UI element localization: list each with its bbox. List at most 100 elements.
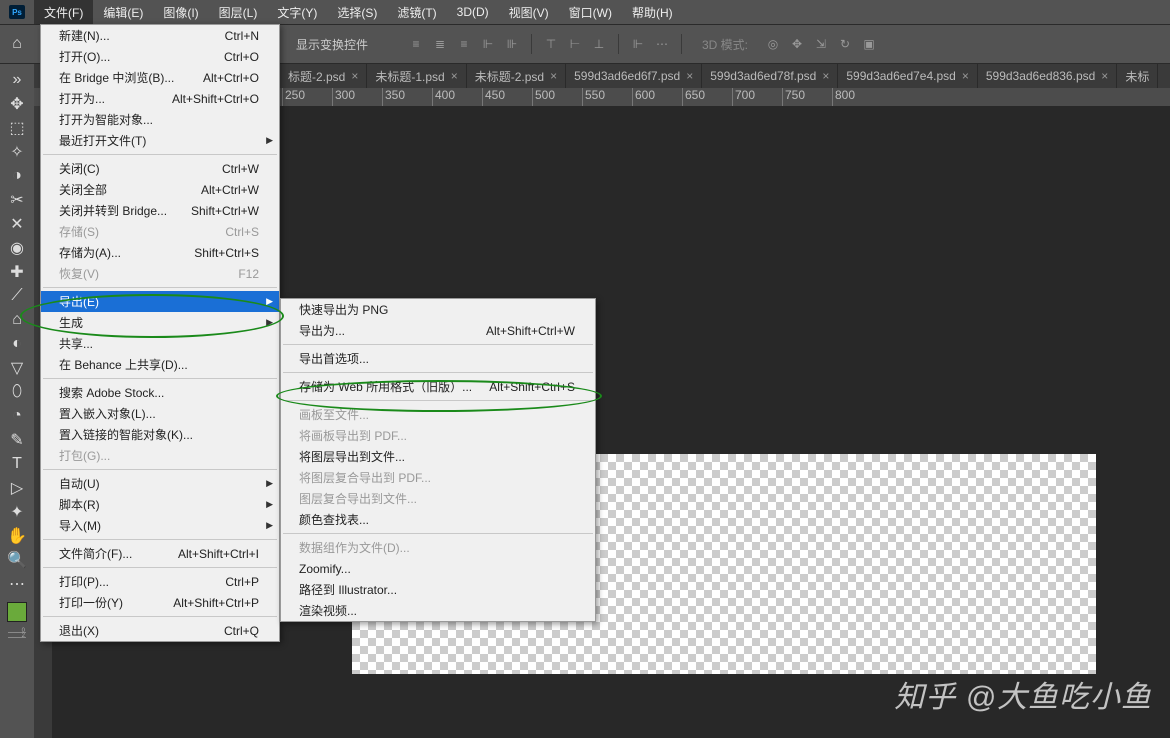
- menu-item[interactable]: 新建(N)...Ctrl+N: [41, 25, 279, 46]
- dist-icon[interactable]: ⊩: [627, 33, 649, 55]
- menu-help[interactable]: 帮助(H): [622, 0, 683, 24]
- menu-item[interactable]: 存储为(A)...Shift+Ctrl+S: [41, 242, 279, 263]
- menu-select[interactable]: 选择(S): [327, 0, 387, 24]
- home-icon[interactable]: ⌂: [0, 25, 34, 63]
- frame-tool-icon[interactable]: ✕: [2, 212, 32, 236]
- menu-item[interactable]: 打开为...Alt+Shift+Ctrl+O: [41, 88, 279, 109]
- menu-item[interactable]: 共享...: [41, 333, 279, 354]
- doc-tab[interactable]: 标题-2.psd×: [280, 64, 367, 88]
- doc-tab[interactable]: 未标: [1117, 64, 1158, 88]
- align-icon[interactable]: ⊩: [477, 33, 499, 55]
- align-center-icon[interactable]: ≣: [429, 33, 451, 55]
- shape-tool-icon[interactable]: ✦: [2, 500, 32, 524]
- menu-item[interactable]: 颜色查找表...: [281, 509, 595, 530]
- menu-item[interactable]: 脚本(R)▶: [41, 494, 279, 515]
- path-select-tool-icon[interactable]: ▷: [2, 476, 32, 500]
- dist-icon[interactable]: ⊥: [588, 33, 610, 55]
- eyedropper-tool-icon[interactable]: ◉: [2, 236, 32, 260]
- menu-item[interactable]: 导出(E)▶: [41, 291, 279, 312]
- menu-item[interactable]: 快速导出为 PNG: [281, 299, 595, 320]
- menu-item-shortcut: Alt+Shift+Ctrl+S: [489, 380, 575, 394]
- history-brush-icon[interactable]: ◐: [2, 332, 32, 356]
- menu-item[interactable]: 存储为 Web 所用格式（旧版）...Alt+Shift+Ctrl+S: [281, 376, 595, 397]
- doc-tab[interactable]: 599d3ad6ed836.psd×: [978, 64, 1117, 88]
- menu-item-label: 数据组作为文件(D)...: [299, 539, 410, 556]
- menu-item[interactable]: 路径到 Illustrator...: [281, 579, 595, 600]
- close-icon[interactable]: ×: [962, 69, 969, 83]
- close-icon[interactable]: ×: [550, 69, 557, 83]
- dist-icon[interactable]: ⊢: [564, 33, 586, 55]
- align-icon[interactable]: ⊪: [501, 33, 523, 55]
- menu-item[interactable]: 关闭(C)Ctrl+W: [41, 158, 279, 179]
- quick-select-tool-icon[interactable]: ◑: [2, 164, 32, 188]
- menu-image[interactable]: 图像(I): [153, 0, 208, 24]
- doc-tab[interactable]: 599d3ad6ed7e4.psd×: [838, 64, 977, 88]
- hand-tool-icon[interactable]: ✋: [2, 524, 32, 548]
- extras-icon[interactable]: ⋯: [2, 572, 32, 596]
- close-icon[interactable]: ×: [451, 69, 458, 83]
- menu-item[interactable]: 导出为...Alt+Shift+Ctrl+W: [281, 320, 595, 341]
- menu-window[interactable]: 窗口(W): [559, 0, 622, 24]
- menu-layer[interactable]: 图层(L): [209, 0, 268, 24]
- doc-tab[interactable]: 未标题-2.psd×: [467, 64, 566, 88]
- brush-tool-icon[interactable]: ⟋: [2, 284, 32, 308]
- menu-item[interactable]: 最近打开文件(T)▶: [41, 130, 279, 151]
- menu-view[interactable]: 视图(V): [499, 0, 559, 24]
- menu-item[interactable]: 置入嵌入对象(L)...: [41, 403, 279, 424]
- menu-type[interactable]: 文字(Y): [267, 0, 327, 24]
- close-icon[interactable]: ×: [1101, 69, 1108, 83]
- type-tool-icon[interactable]: T: [2, 452, 32, 476]
- camera-icon[interactable]: ▣: [858, 33, 880, 55]
- menu-edit[interactable]: 编辑(E): [93, 0, 153, 24]
- menu-item[interactable]: 在 Behance 上共享(D)...: [41, 354, 279, 375]
- menu-item[interactable]: 置入链接的智能对象(K)...: [41, 424, 279, 445]
- menu-item[interactable]: Zoomify...: [281, 558, 595, 579]
- dist-icon[interactable]: ⊤: [540, 33, 562, 55]
- fg-color-swatch[interactable]: [7, 602, 27, 622]
- scale-icon[interactable]: ⇲: [810, 33, 832, 55]
- menu-item[interactable]: 在 Bridge 中浏览(B)...Alt+Ctrl+O: [41, 67, 279, 88]
- zoom-tool-icon[interactable]: 🔍: [2, 548, 32, 572]
- stamp-tool-icon[interactable]: ⌂: [2, 308, 32, 332]
- menu-filter[interactable]: 滤镜(T): [387, 0, 446, 24]
- align-right-icon[interactable]: ≡: [453, 33, 475, 55]
- lasso-tool-icon[interactable]: ✧: [2, 140, 32, 164]
- menu-item[interactable]: 关闭全部Alt+Ctrl+W: [41, 179, 279, 200]
- pen-tool-icon[interactable]: ✎: [2, 428, 32, 452]
- close-icon[interactable]: ×: [686, 69, 693, 83]
- menu-file[interactable]: 文件(F): [34, 0, 93, 24]
- more-icon[interactable]: ⋯: [651, 33, 673, 55]
- pan-icon[interactable]: ✥: [786, 33, 808, 55]
- close-icon[interactable]: ×: [822, 69, 829, 83]
- menu-3d[interactable]: 3D(D): [447, 0, 499, 24]
- doc-tab[interactable]: 未标题-1.psd×: [367, 64, 466, 88]
- healing-tool-icon[interactable]: ✚: [2, 260, 32, 284]
- close-icon[interactable]: ×: [351, 69, 358, 83]
- menu-item[interactable]: 将图层导出到文件...: [281, 446, 595, 467]
- doc-tab[interactable]: 599d3ad6ed6f7.psd×: [566, 64, 702, 88]
- rotate-icon[interactable]: ↻: [834, 33, 856, 55]
- gradient-tool-icon[interactable]: ⬯: [2, 380, 32, 404]
- menu-item[interactable]: 文件简介(F)...Alt+Shift+Ctrl+I: [41, 543, 279, 564]
- menu-item[interactable]: 导入(M)▶: [41, 515, 279, 536]
- menu-item[interactable]: 关闭并转到 Bridge...Shift+Ctrl+W: [41, 200, 279, 221]
- crop-tool-icon[interactable]: ✂: [2, 188, 32, 212]
- menu-item[interactable]: 搜索 Adobe Stock...: [41, 382, 279, 403]
- menu-item[interactable]: 生成▶: [41, 312, 279, 333]
- move-tool-icon[interactable]: ✥: [2, 92, 32, 116]
- marquee-tool-icon[interactable]: ⬚: [2, 116, 32, 140]
- grip-icon[interactable]: »: [2, 68, 32, 92]
- menu-item[interactable]: 导出首选项...: [281, 348, 595, 369]
- menu-item[interactable]: 打印一份(Y)Alt+Shift+Ctrl+P: [41, 592, 279, 613]
- menu-item[interactable]: 打印(P)...Ctrl+P: [41, 571, 279, 592]
- eraser-tool-icon[interactable]: ▽: [2, 356, 32, 380]
- menu-item[interactable]: 打开为智能对象...: [41, 109, 279, 130]
- menu-item[interactable]: 退出(X)Ctrl+Q: [41, 620, 279, 641]
- doc-tab[interactable]: 599d3ad6ed78f.psd×: [702, 64, 838, 88]
- align-left-icon[interactable]: ≡: [405, 33, 427, 55]
- menu-item[interactable]: 自动(U)▶: [41, 473, 279, 494]
- orbit-icon[interactable]: ◎: [762, 33, 784, 55]
- blur-tool-icon[interactable]: ◔: [2, 404, 32, 428]
- menu-item[interactable]: 打开(O)...Ctrl+O: [41, 46, 279, 67]
- menu-item[interactable]: 渲染视频...: [281, 600, 595, 621]
